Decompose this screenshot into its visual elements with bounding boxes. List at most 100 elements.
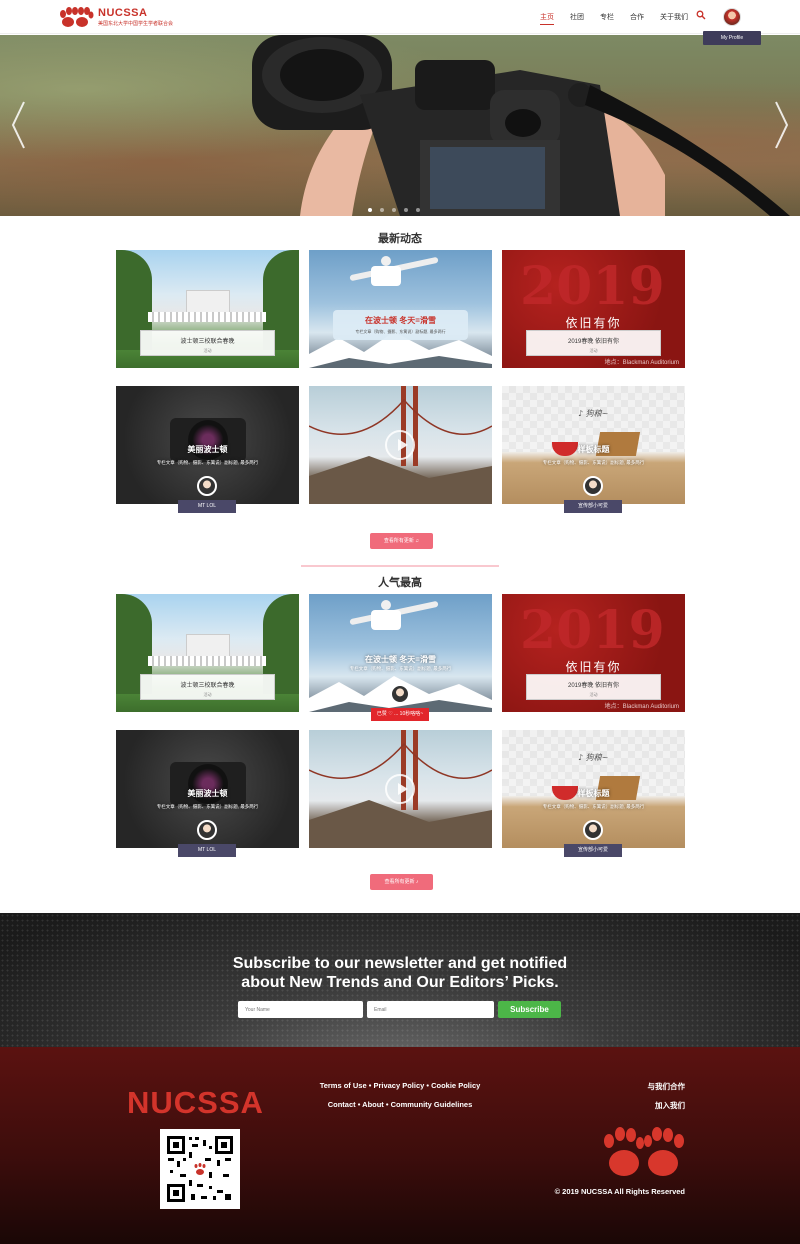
card-subtitle: 专栏文章（购物、摄影、东篱说）副标题, 最多两行	[156, 804, 259, 809]
card-subtitle: 专栏文章（购物、摄影、东篱说）副标题, 最多两行	[349, 666, 452, 671]
card-caption: 2019春晚 依旧有你 活动	[526, 330, 661, 356]
brand-name: NUCSSA	[98, 7, 148, 19]
content-card[interactable]: 美丽波士顿专栏文章（购物、摄影、东篱说）副标题, 最多两行	[116, 730, 299, 848]
card-title: 波士顿三校联合春晚	[180, 339, 235, 345]
red-card-caption: 地点：Blackman Auditorium	[604, 360, 679, 366]
card-title: 2019春晚 依旧有你	[567, 339, 619, 345]
nav-item-clubs[interactable]: 社团	[570, 12, 584, 25]
qr-code-image	[165, 1134, 235, 1204]
qr-code	[160, 1129, 240, 1209]
newsletter-title: Subscribe to our newsletter and get noti…	[0, 954, 800, 992]
red-card-caption: 地点：Blackman Auditorium	[604, 704, 679, 710]
card-caption: 波士顿三校联合春晚 活动	[140, 674, 275, 700]
card-subtitle: 活动	[203, 348, 212, 353]
carousel-prev-icon[interactable]	[10, 100, 26, 150]
nav-item-partners[interactable]: 合作	[630, 12, 644, 25]
author-badge[interactable]: MT LOL	[178, 844, 236, 857]
paw-mascot-icon	[604, 1127, 684, 1176]
card-title: 样板标题	[577, 445, 610, 454]
content-card[interactable]: 波士顿三校联合春晚 活动	[116, 594, 299, 712]
author-avatar[interactable]	[390, 684, 410, 704]
food-card-handwriting: ♪ 狗粮~	[578, 409, 609, 418]
popular-section-title: 人气最高	[378, 577, 422, 589]
red-card-heading: 依旧有你	[565, 316, 622, 330]
red-card-heading: 依旧有你	[565, 660, 622, 674]
card-title: 在波士顿 冬天=滑雪	[365, 316, 436, 325]
content-card[interactable]: ♪ 狗粮~ 样板标题专栏文章（购物、摄影、东篱说）副标题, 最多两行	[502, 730, 685, 848]
newsletter-section: Subscribe to our newsletter and get noti…	[0, 913, 800, 1047]
card-title: 美丽波士顿	[187, 789, 228, 798]
card-caption: 2019春晚 依旧有你 活动	[526, 674, 661, 700]
play-video-icon[interactable]	[385, 774, 415, 804]
content-card[interactable]: 2019 依旧有你 地点：Blackman Auditorium 2019春晚 依旧有…	[502, 250, 685, 368]
carousel-dot[interactable]	[368, 208, 372, 212]
footer-link-join[interactable]: 加入我们	[655, 1100, 685, 1111]
carousel-dot[interactable]	[404, 208, 408, 212]
footer-info-links[interactable]: Contact • About • Community Guidelines	[300, 1100, 500, 1109]
carousel-dot[interactable]	[416, 208, 420, 212]
carousel-dots	[368, 208, 420, 212]
paw-logo-icon	[60, 7, 94, 27]
food-card-handwriting: ♪ 狗粮~	[578, 753, 609, 762]
nav-item-columns[interactable]: 专栏	[600, 12, 614, 25]
carousel-dot[interactable]	[392, 208, 396, 212]
card-caption: 在波士顿 冬天=滑雪专栏文章（购物、摄影、东篱说）副标题, 最多两行	[333, 310, 468, 340]
footer-legal-links[interactable]: Terms of Use • Privacy Policy • Cookie P…	[300, 1081, 500, 1090]
card-subtitle: 活动	[589, 348, 598, 353]
copyright-text: © 2019 NUCSSA All Rights Reserved	[554, 1187, 685, 1196]
brand-subtitle: 美国东北大学中国学生学者联合会	[98, 21, 174, 27]
subscribe-button[interactable]: Subscribe	[498, 1001, 561, 1018]
search-icon[interactable]	[696, 10, 706, 20]
profile-tooltip[interactable]: My Profile	[703, 31, 761, 45]
footer-link-partner[interactable]: 与我们合作	[648, 1081, 686, 1092]
view-all-popular-button[interactable]: 查看所有更新 ♪	[370, 874, 433, 890]
nav-item-about[interactable]: 关于我们	[660, 12, 688, 25]
content-card[interactable]	[309, 730, 492, 848]
play-video-icon[interactable]	[385, 430, 415, 460]
card-subtitle: 专栏文章（购物、摄影、东篱说）副标题, 最多两行	[542, 804, 645, 809]
card-title: 样板标题	[577, 789, 610, 798]
card-subtitle: 专栏文章（购物、摄影、东篱说）副标题, 最多两行	[542, 460, 645, 465]
author-avatar[interactable]	[583, 476, 603, 496]
content-card[interactable]: 美丽波士顿专栏文章（购物、摄影、东篱说）副标题, 最多两行	[116, 386, 299, 504]
footer-brand: NUCSSA	[127, 1085, 264, 1120]
carousel-dot[interactable]	[380, 208, 384, 212]
author-badge[interactable]: 宣传部小可爱	[564, 844, 622, 857]
card-caption: 波士顿三校联合春晚 活动	[140, 330, 275, 356]
nav-item-home[interactable]: 主页	[540, 12, 554, 25]
carousel-next-icon[interactable]	[774, 100, 790, 150]
content-card[interactable]: 2019 依旧有你 地点：Blackman Auditorium 2019春晚 依旧有…	[502, 594, 685, 712]
content-card[interactable]: 波士顿三校联合春晚 活动	[116, 250, 299, 368]
hero-carousel	[0, 35, 800, 216]
card-title: 在波士顿 冬天=滑雪	[365, 655, 436, 664]
section-divider	[301, 565, 499, 567]
newsletter-title-line2: about New Trends and Our Editors’ Picks.	[241, 974, 559, 991]
user-avatar[interactable]	[723, 8, 741, 26]
content-card[interactable]: ♪ 狗粮~ 样板标题专栏文章（购物、摄影、东篱说）副标题, 最多两行	[502, 386, 685, 504]
card-subtitle: 活动	[203, 692, 212, 697]
main-menu: 主页 社团 专栏 合作 关于我们	[540, 12, 688, 25]
top-navbar: NUCSSA 美国东北大学中国学生学者联合会 主页 社团 专栏 合作 关于我们	[0, 0, 800, 34]
card-title: 美丽波士顿	[187, 445, 228, 454]
content-card[interactable]: 在波士顿 冬天=滑雪专栏文章（购物、摄影、东篱说）副标题, 最多两行	[309, 594, 492, 712]
card-subtitle: 专栏文章（购物、摄影、东篱说）副标题, 最多两行	[156, 460, 259, 465]
content-card[interactable]	[309, 386, 492, 504]
newsletter-email-input[interactable]	[367, 1001, 494, 1018]
view-all-latest-button[interactable]: 查看所有更新 ♫	[370, 533, 433, 549]
card-subtitle: 专栏文章（购物、摄影、东篱说）副标题, 最多两行	[355, 329, 446, 334]
site-logo[interactable]: NUCSSA 美国东北大学中国学生学者联合会	[58, 6, 173, 28]
card-subtitle: 活动	[589, 692, 598, 697]
latest-section-title: 最新动态	[378, 233, 422, 245]
author-badge[interactable]: MT LOL	[178, 500, 236, 513]
site-footer: NUCSSA Terms of Use • Privacy Policy • C…	[0, 1047, 800, 1244]
author-avatar[interactable]	[197, 820, 217, 840]
newsletter-title-line1: Subscribe to our newsletter and get noti…	[232, 955, 568, 972]
author-avatar[interactable]	[583, 820, 603, 840]
author-avatar[interactable]	[197, 476, 217, 496]
card-title: 波士顿三校联合春晚	[180, 683, 235, 689]
newsletter-name-input[interactable]	[238, 1001, 363, 1018]
author-badge[interactable]: 已赞 ♡ ... 10秒咯咯~	[371, 708, 429, 721]
content-card[interactable]: 在波士顿 冬天=滑雪专栏文章（购物、摄影、东篱说）副标题, 最多两行	[309, 250, 492, 368]
card-title: 2019春晚 依旧有你	[567, 683, 619, 689]
author-badge[interactable]: 宣传部小可爱	[564, 500, 622, 513]
